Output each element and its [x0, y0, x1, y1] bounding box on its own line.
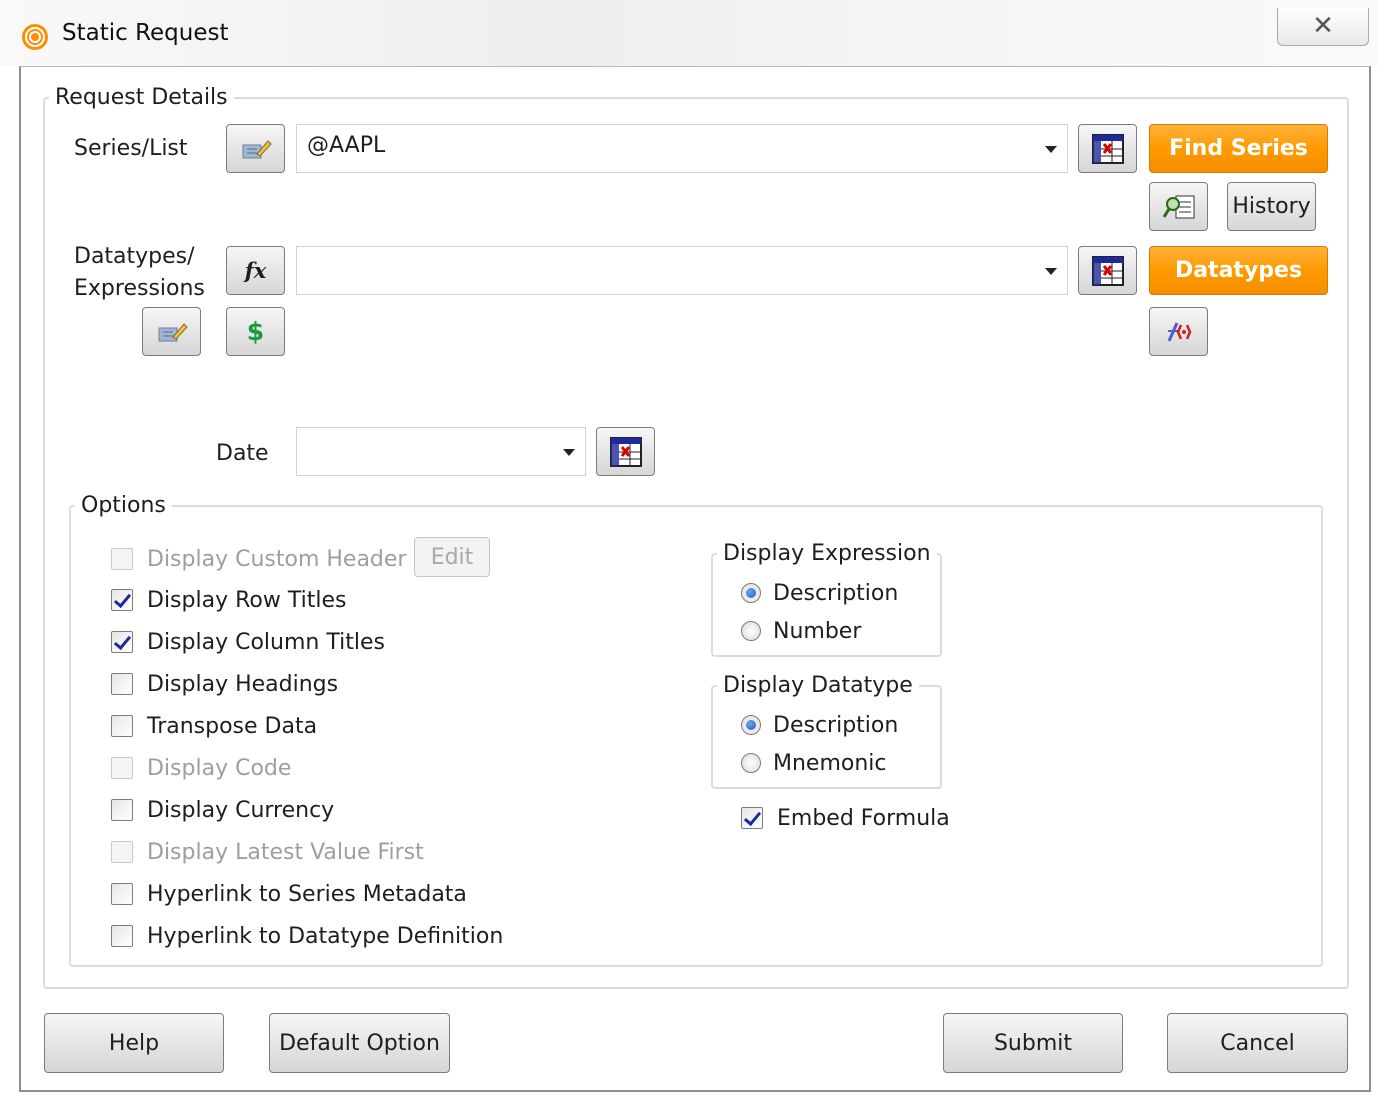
radio-label: Mnemonic — [773, 750, 887, 776]
title-bar: Static Request ✕ — [0, 0, 1379, 66]
help-button[interactable]: Help — [44, 1013, 224, 1073]
radio-button[interactable] — [741, 583, 761, 603]
radio-datatype-mnemonic[interactable]: Mnemonic — [741, 747, 887, 779]
chevron-down-icon[interactable] — [563, 449, 575, 456]
radio-datatype-description[interactable]: Description — [741, 709, 898, 741]
checkbox-box[interactable] — [741, 807, 763, 829]
checkbox-transpose-data[interactable]: Transpose Data — [111, 710, 317, 742]
checkbox-box[interactable] — [111, 548, 133, 570]
cancel-button[interactable]: Cancel — [1167, 1013, 1348, 1073]
grid-picker-icon — [609, 436, 642, 467]
dialog-body: Request Details Series/List @AAPL Find S… — [19, 66, 1371, 1092]
function-button[interactable]: fx — [226, 246, 285, 295]
edit-header-button[interactable]: Edit — [414, 537, 490, 577]
radio-button[interactable] — [741, 621, 761, 641]
checkbox-box[interactable] — [111, 883, 133, 905]
datatypes-combobox[interactable] — [296, 246, 1068, 295]
checkbox-display-code[interactable]: Display Code — [111, 752, 291, 784]
checkbox-box[interactable] — [111, 589, 133, 611]
checkbox-box[interactable] — [111, 799, 133, 821]
lookup-icon — [1162, 195, 1194, 218]
radio-button[interactable] — [741, 715, 761, 735]
display-expression-legend: Display Expression — [723, 541, 931, 566]
edit-list-icon — [242, 139, 272, 158]
checkbox-embed-formula[interactable]: Embed Formula — [741, 802, 950, 834]
submit-button[interactable]: Submit — [943, 1013, 1123, 1073]
checkbox-display-currency[interactable]: Display Currency — [111, 794, 334, 826]
grid-picker-icon — [1091, 133, 1124, 164]
radio-expression-number[interactable]: Number — [741, 615, 861, 647]
options-legend: Options — [81, 493, 166, 518]
find-series-button[interactable]: Find Series — [1149, 124, 1328, 173]
checkbox-box[interactable] — [111, 673, 133, 695]
checkbox-label: Display Currency — [147, 797, 335, 823]
datatypes-button[interactable]: Datatypes — [1149, 246, 1328, 295]
checkbox-hyperlink-datatype-definition[interactable]: Hyperlink to Datatype Definition — [111, 920, 503, 952]
checkbox-display-headings[interactable]: Display Headings — [111, 668, 338, 700]
radio-label: Number — [773, 618, 862, 644]
checkbox-box[interactable] — [111, 757, 133, 779]
series-list-label: Series/List — [74, 136, 188, 161]
expression-builder-button[interactable] — [1149, 307, 1208, 356]
datatypes-label-line1: Datatypes/ — [74, 244, 195, 269]
chevron-down-icon[interactable] — [1045, 268, 1057, 275]
checkbox-label: Display Latest Value First — [147, 839, 424, 865]
function-fx-icon: fx — [244, 258, 267, 283]
series-list-combobox[interactable]: @AAPL — [296, 124, 1068, 173]
date-label: Date — [216, 441, 269, 466]
checkbox-label: Display Custom Header — [147, 546, 407, 572]
radio-label: Description — [773, 580, 899, 606]
checkbox-label: Display Code — [147, 755, 292, 781]
series-grid-picker-button[interactable] — [1078, 124, 1137, 173]
grid-picker-icon — [1091, 255, 1124, 286]
checkbox-label: Display Row Titles — [147, 587, 347, 613]
default-option-button[interactable]: Default Option — [269, 1013, 450, 1073]
date-grid-picker-button[interactable] — [596, 427, 655, 476]
series-edit-button[interactable] — [226, 124, 285, 173]
checkbox-label: Hyperlink to Series Metadata — [147, 881, 467, 907]
checkbox-box[interactable] — [111, 715, 133, 737]
datatypes-grid-picker-button[interactable] — [1078, 246, 1137, 295]
checkbox-label: Display Column Titles — [147, 629, 385, 655]
display-datatype-legend: Display Datatype — [723, 673, 913, 698]
edit-list-icon — [158, 322, 188, 341]
checkbox-label: Display Headings — [147, 671, 339, 697]
checkbox-label: Transpose Data — [147, 713, 318, 739]
date-combobox[interactable] — [296, 427, 586, 476]
close-icon: ✕ — [1312, 11, 1334, 41]
datatypes-edit-button[interactable] — [142, 307, 201, 356]
datatypes-label-line2: Expressions — [74, 276, 205, 301]
checkbox-hyperlink-series-metadata[interactable]: Hyperlink to Series Metadata — [111, 878, 467, 910]
checkbox-box[interactable] — [111, 925, 133, 947]
expression-icon — [1167, 321, 1191, 342]
request-details-legend: Request Details — [55, 85, 228, 110]
close-button[interactable]: ✕ — [1277, 8, 1369, 46]
dollar-icon: $ — [246, 317, 265, 346]
series-lookup-button[interactable] — [1149, 182, 1208, 231]
checkbox-label: Hyperlink to Datatype Definition — [147, 923, 504, 949]
checkbox-display-column-titles[interactable]: Display Column Titles — [111, 626, 385, 658]
checkbox-display-row-titles[interactable]: Display Row Titles — [111, 584, 346, 616]
radio-label: Description — [773, 712, 899, 738]
checkbox-label: Embed Formula — [777, 805, 950, 831]
checkbox-display-latest-value-first[interactable]: Display Latest Value First — [111, 836, 424, 868]
series-list-value: @AAPL — [307, 133, 386, 158]
chevron-down-icon[interactable] — [1045, 146, 1057, 153]
app-logo-icon — [22, 24, 48, 50]
radio-button[interactable] — [741, 753, 761, 773]
checkbox-box[interactable] — [111, 631, 133, 653]
history-button[interactable]: History — [1227, 182, 1316, 231]
checkbox-box[interactable] — [111, 841, 133, 863]
currency-button[interactable]: $ — [226, 307, 285, 356]
checkbox-display-custom-header[interactable]: Display Custom Header — [111, 543, 406, 575]
window-title: Static Request — [62, 20, 229, 46]
radio-expression-description[interactable]: Description — [741, 577, 898, 609]
